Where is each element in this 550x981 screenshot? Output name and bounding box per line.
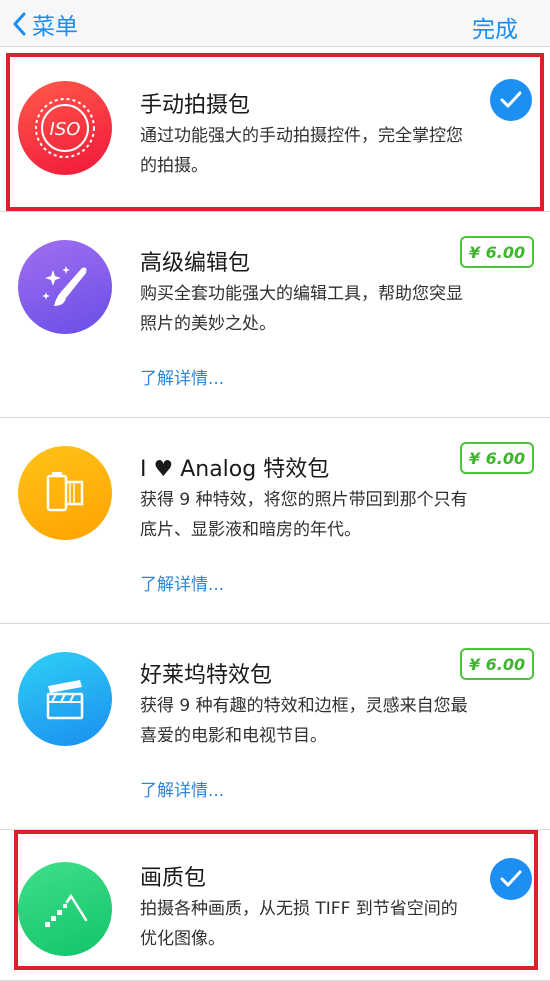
clapperboard-icon	[18, 652, 112, 746]
learn-more-link[interactable]: 了解详情...	[140, 570, 224, 595]
purchased-checkmark[interactable]	[490, 858, 532, 900]
pack-list: ISO 手动拍摄包 通过功能强大的手动拍摄控件，完全掌控您 的拍摄。 高级编辑包	[0, 47, 550, 981]
iso-text: ISO	[50, 119, 81, 140]
film-roll-icon	[18, 446, 112, 540]
pack-description: 拍摄各种画质，从无损 TIFF 到节省空间的 优化图像。	[140, 894, 515, 954]
pack-title: 高级编辑包	[140, 251, 251, 276]
pack-description: 获得 9 种特效，将您的照片带回到那个只有 底片、显影液和暗房的年代。	[140, 485, 515, 545]
learn-more-link[interactable]: 了解详情...	[140, 364, 224, 389]
image-quality-icon	[18, 862, 112, 956]
list-item-hollywood-pack[interactable]: 好莱坞特效包 获得 9 种有趣的特效和边框，灵感来自您最 喜爱的电影和电视节目。…	[0, 624, 550, 830]
paintbrush-sparkles-icon	[18, 240, 112, 334]
pack-description-line: 喜爱的电影和电视节目。	[140, 726, 327, 746]
checkmark-icon	[500, 870, 522, 887]
pack-title: 画质包	[140, 866, 207, 891]
pack-description-line: 通过功能强大的手动拍摄控件，完全掌控您	[140, 126, 463, 146]
pack-description: 获得 9 种有趣的特效和边框，灵感来自您最 喜爱的电影和电视节目。	[140, 691, 515, 751]
pack-description: 购买全套功能强大的编辑工具，帮助您突显 照片的美妙之处。	[140, 279, 515, 339]
checkmark-icon	[500, 91, 522, 108]
pack-description-line: 的拍摄。	[140, 156, 208, 176]
list-item-quality-pack[interactable]: 画质包 拍摄各种画质，从无损 TIFF 到节省空间的 优化图像。	[0, 830, 550, 981]
pack-title: 手动拍摄包	[140, 93, 251, 118]
chevron-left-icon	[13, 12, 26, 36]
list-item-analog-pack[interactable]: I ♥ Analog 特效包 获得 9 种特效，将您的照片带回到那个只有 底片、…	[0, 418, 550, 624]
pack-description-line: 拍摄各种画质，从无损 TIFF 到节省空间的	[140, 899, 458, 919]
pack-description-line: 照片的美妙之处。	[140, 314, 276, 334]
pack-description: 通过功能强大的手动拍摄控件，完全掌控您 的拍摄。	[140, 121, 515, 181]
pack-description-line: 优化图像。	[140, 929, 225, 949]
pack-description-line: 购买全套功能强大的编辑工具，帮助您突显	[140, 284, 463, 304]
pack-description-line: 底片、显影液和暗房的年代。	[140, 520, 361, 540]
pack-title: I ♥ Analog 特效包	[140, 457, 330, 482]
price-button[interactable]: ¥ 6.00	[460, 236, 534, 268]
price-button[interactable]: ¥ 6.00	[460, 442, 534, 474]
price-button[interactable]: ¥ 6.00	[460, 648, 534, 680]
learn-more-link[interactable]: 了解详情...	[140, 776, 224, 801]
list-item-manual-pack[interactable]: ISO 手动拍摄包 通过功能强大的手动拍摄控件，完全掌控您 的拍摄。	[0, 47, 550, 212]
pack-description-line: 获得 9 种特效，将您的照片带回到那个只有	[140, 490, 468, 510]
purchased-checkmark[interactable]	[490, 79, 532, 121]
pack-title: 好莱坞特效包	[140, 663, 273, 688]
back-button[interactable]: 菜单	[12, 8, 78, 40]
navigation-bar: 菜单 完成	[0, 0, 550, 47]
pack-description-line: 获得 9 种有趣的特效和边框，灵感来自您最	[140, 696, 468, 716]
done-button[interactable]: 完成	[472, 10, 518, 44]
back-label: 菜单	[32, 14, 78, 40]
list-item-editing-pack[interactable]: 高级编辑包 购买全套功能强大的编辑工具，帮助您突显 照片的美妙之处。 了解详情.…	[0, 212, 550, 418]
iso-icon: ISO	[18, 81, 112, 175]
